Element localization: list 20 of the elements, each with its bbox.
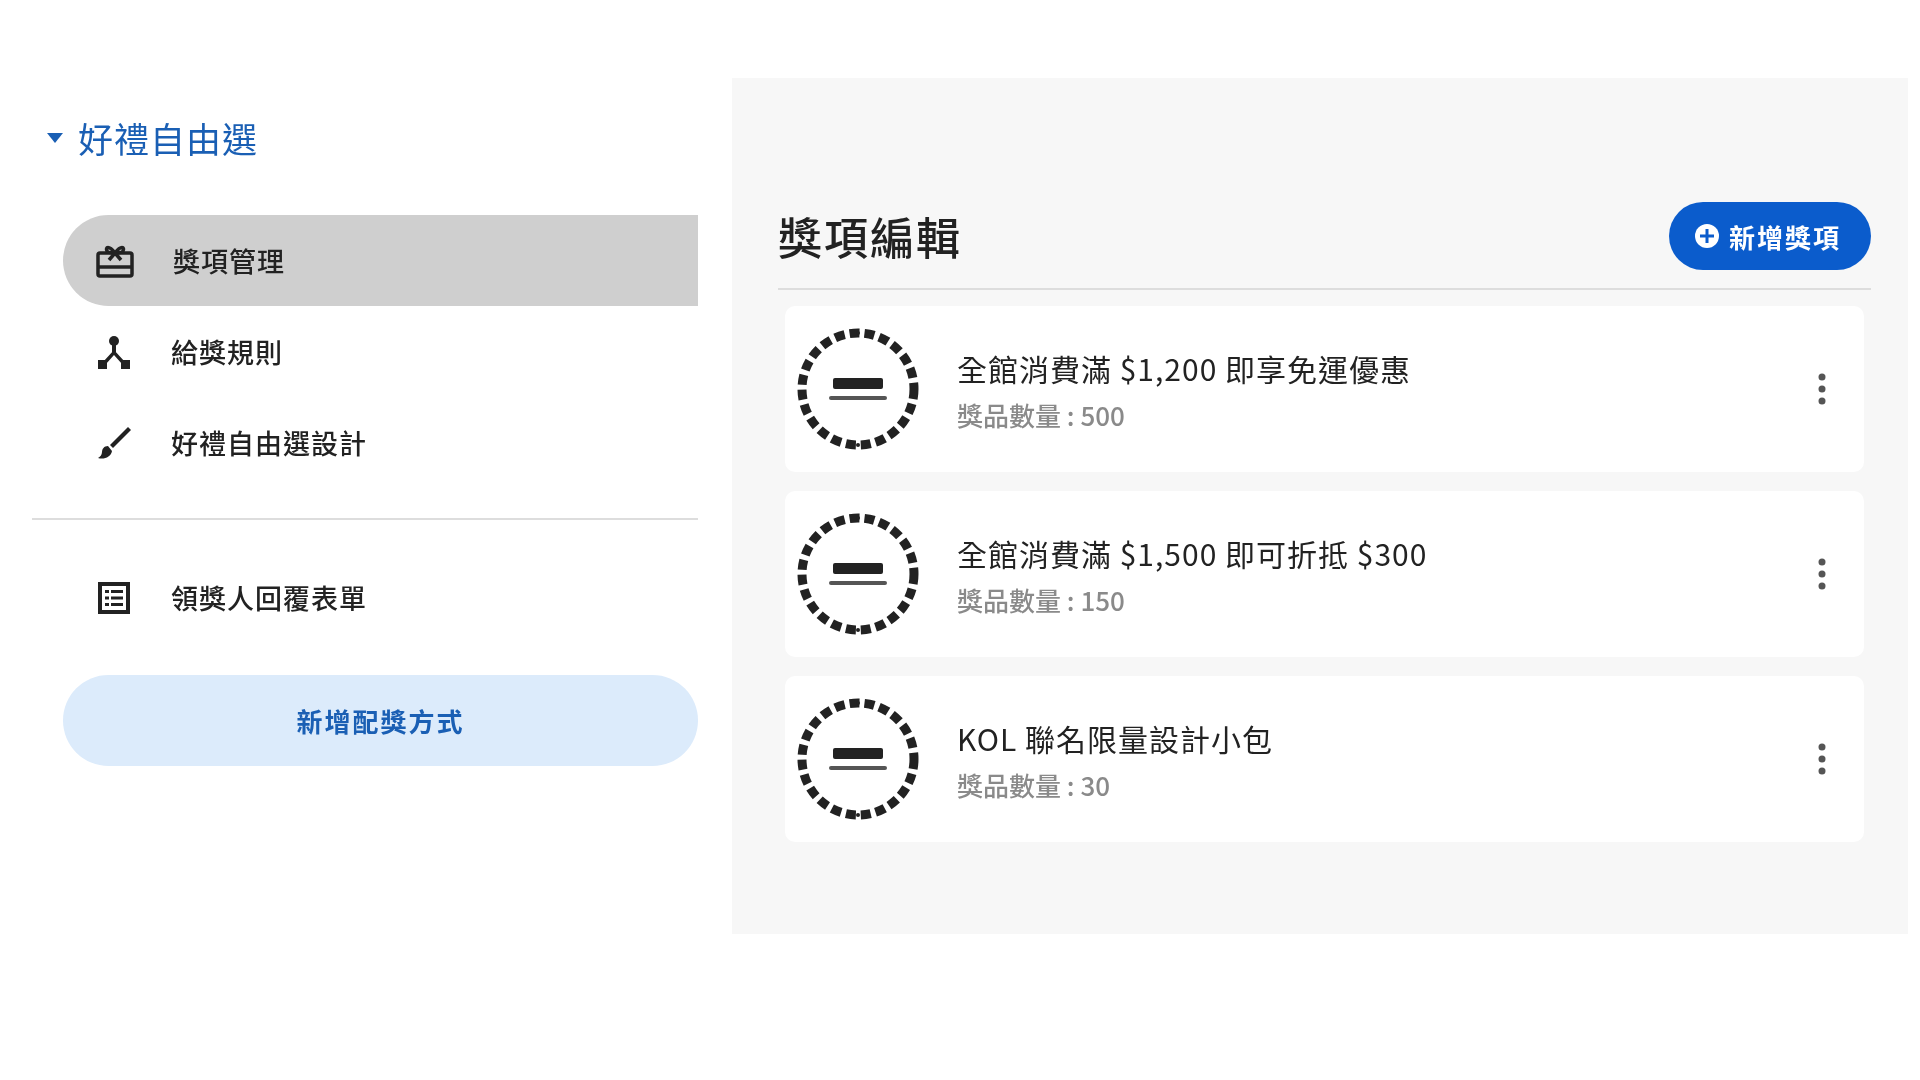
plus-circle-icon [1695, 224, 1719, 248]
prize-name: KOL 聯名限量設計小包 [957, 715, 1274, 760]
nav-item[interactable]: 獎項管理 [63, 215, 698, 306]
add-prize-button[interactable]: 新增獎項 [1669, 202, 1871, 270]
branch-icon [95, 333, 133, 370]
page-title: 獎項編輯 [778, 204, 962, 268]
nav-item[interactable]: 領獎人回覆表單 [63, 552, 698, 643]
nav-item[interactable]: 給獎規則 [63, 306, 698, 397]
more-icon [1818, 373, 1826, 405]
prize-count: 獎品數量 : 500 [957, 395, 1126, 433]
prize-count: 獎品數量 : 30 [957, 765, 1112, 803]
nav-item[interactable]: 好禮自由選設計 [63, 397, 698, 488]
group-toggle[interactable]: 好禮自由選 [46, 112, 258, 163]
add-method-button[interactable]: 新增配獎方式 [63, 675, 698, 766]
prize-name: 全館消費滿 $1,500 即可折抵 $300 [957, 530, 1429, 575]
list-icon [95, 579, 133, 616]
prize-count: 獎品數量 : 150 [957, 580, 1126, 618]
prize-name: 全館消費滿 $1,200 即享免運優惠 [957, 345, 1413, 390]
more-icon [1818, 558, 1826, 590]
more-icon [1818, 743, 1826, 775]
